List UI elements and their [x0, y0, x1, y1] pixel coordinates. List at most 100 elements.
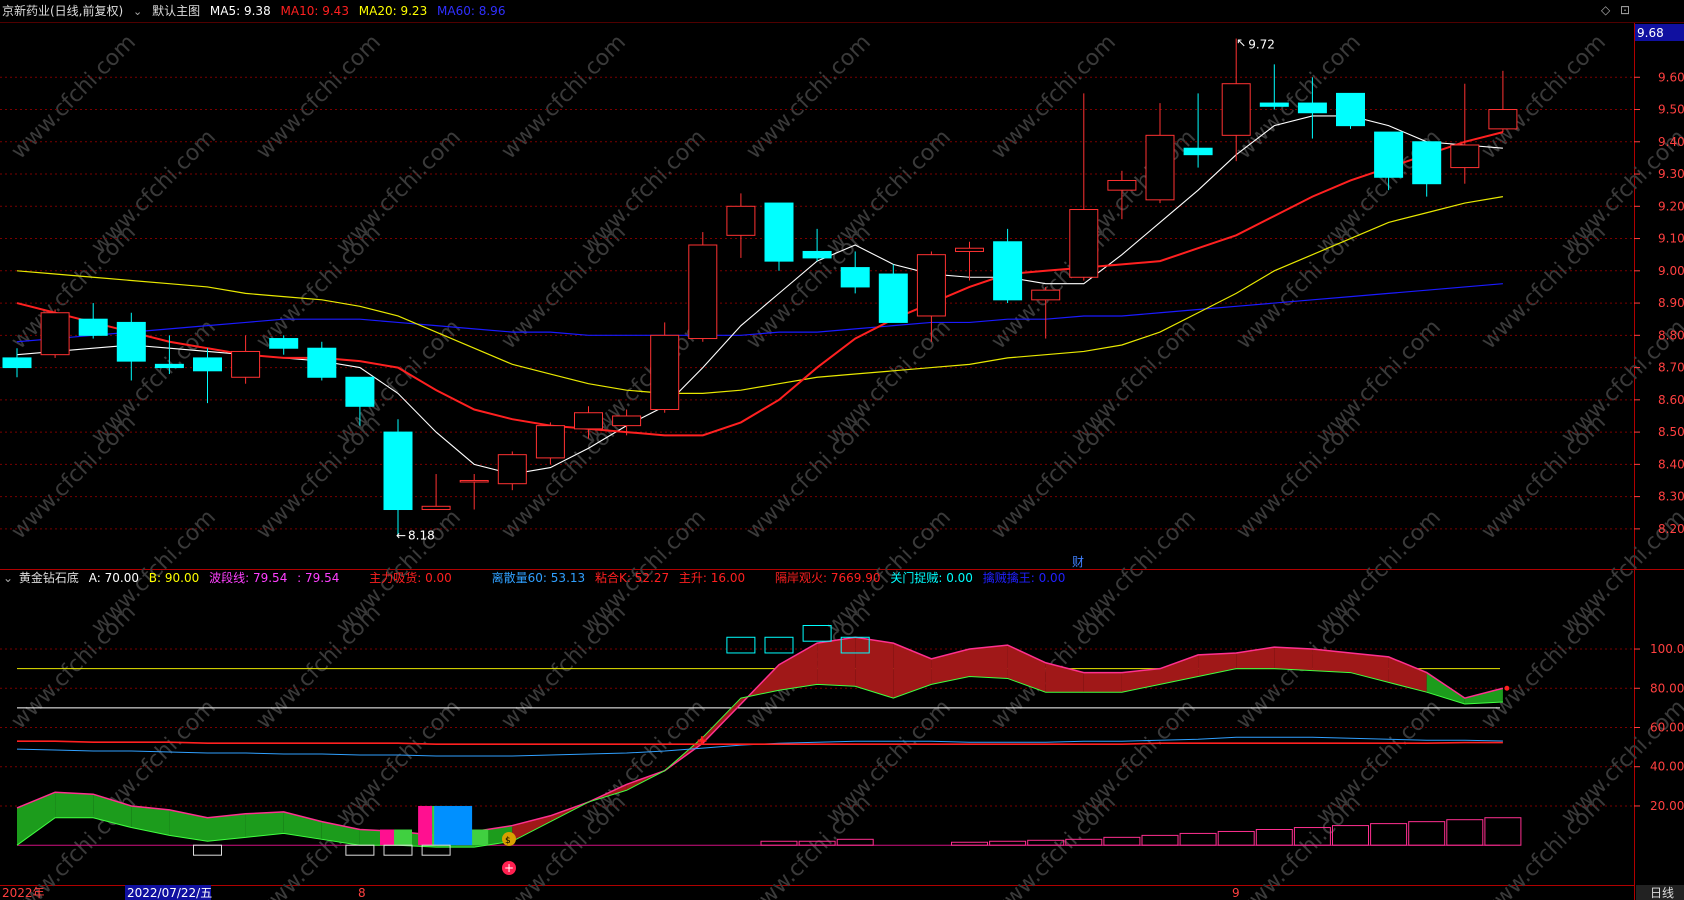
- zhusheng-value: 16.00: [710, 571, 746, 585]
- candle[interactable]: [269, 335, 299, 355]
- expand-icon[interactable]: ⊡: [1620, 3, 1630, 17]
- signal-box: [764, 636, 794, 654]
- zhuli-label: 主力吸货:: [369, 571, 422, 585]
- candle[interactable]: [78, 303, 108, 339]
- indicator-name[interactable]: 黄金钻石底: [19, 571, 79, 585]
- candle[interactable]: [40, 309, 70, 358]
- ribbon-red-segment: [1083, 672, 1122, 693]
- finance-marker[interactable]: 财: [1072, 555, 1084, 569]
- candle[interactable]: [764, 202, 794, 271]
- candle-body-down: [764, 202, 794, 262]
- ribbon-red-segment: [512, 815, 551, 842]
- candle[interactable]: [1450, 83, 1480, 184]
- candle[interactable]: [497, 451, 527, 491]
- candle[interactable]: [688, 232, 718, 342]
- ribbon-red-segment: [969, 645, 1008, 679]
- candle[interactable]: [231, 335, 261, 384]
- zhusheng-bar: [1103, 836, 1141, 846]
- candle[interactable]: [1412, 141, 1442, 197]
- candle[interactable]: [993, 228, 1023, 304]
- candle[interactable]: [650, 322, 680, 413]
- chevron-down-icon[interactable]: ⌄: [133, 5, 142, 18]
- nianhe-line: [17, 740, 1503, 745]
- candle-body-up: [535, 425, 565, 459]
- candle[interactable]: [878, 264, 908, 323]
- candle-body-up: [459, 479, 489, 483]
- candle-body-down: [78, 318, 108, 336]
- price-tick-label: 9.20: [1658, 199, 1684, 213]
- high-arrow-icon: ↖: [1236, 36, 1246, 50]
- watermark-text: www.cfchi.com: [252, 30, 386, 164]
- candle-body-up: [1221, 83, 1251, 136]
- cross-marker-icon: ✚: [697, 734, 707, 748]
- ma10-line: [16, 131, 1504, 437]
- candle-body-down: [993, 241, 1023, 301]
- zhuli-value: 0.00: [425, 571, 452, 585]
- candle[interactable]: [383, 419, 413, 536]
- candle[interactable]: [1488, 70, 1518, 133]
- gean-label: 隔岸观火:: [774, 571, 828, 585]
- indicator-tick-label: 80.00: [1650, 681, 1684, 695]
- candle-body-up: [421, 505, 451, 511]
- candle[interactable]: [116, 312, 146, 381]
- main-header: 京新药业(日线,前复权) ⌄ 默认主图 MA5: 9.38 MA10: 9.43…: [0, 0, 511, 22]
- candle[interactable]: [1259, 64, 1289, 110]
- ma10-value: 9.43: [322, 4, 349, 18]
- candle[interactable]: [1336, 92, 1365, 129]
- watermark-text: www.cfchi.com: [1477, 220, 1611, 354]
- end-marker: [1504, 685, 1510, 691]
- candle[interactable]: [307, 341, 337, 381]
- diamond-icon[interactable]: ◇: [1601, 3, 1610, 17]
- candle[interactable]: [1069, 93, 1099, 281]
- candle[interactable]: [955, 241, 984, 281]
- candle-body-up: [497, 454, 527, 485]
- guanmen-value: 0.00: [946, 571, 973, 585]
- watermark-text: www.cfchi.com: [1232, 410, 1366, 544]
- candle-body-up: [688, 244, 718, 340]
- wave-value: 79.54: [252, 571, 288, 585]
- watermark-text: www.cfchi.com: [497, 220, 631, 354]
- candle-body-up: [231, 350, 261, 378]
- signal-box-small: [345, 844, 375, 856]
- signal-box-small: [193, 844, 222, 856]
- watermark-text: www.cfchi.com: [1477, 410, 1611, 544]
- candle[interactable]: [421, 474, 451, 511]
- candle-body-down: [1336, 92, 1365, 127]
- ma20-value: 9.23: [400, 4, 428, 18]
- price-tick-label: 8.90: [1658, 296, 1684, 310]
- ma60-label: MA60:: [437, 4, 475, 18]
- candle[interactable]: [193, 348, 222, 404]
- candle[interactable]: [1145, 103, 1175, 204]
- zhusheng-bar: [989, 840, 1027, 846]
- lisan-label: 离散量60:: [491, 571, 547, 585]
- candle[interactable]: [535, 422, 565, 465]
- candle-body-down: [840, 267, 870, 288]
- candle-body-up: [1031, 289, 1061, 301]
- candle[interactable]: [2, 348, 32, 378]
- stock-chart[interactable]: www.cfchi.com www.cfchi.com www.cfchi.com w…: [0, 0, 1684, 900]
- candle-body-up: [1450, 144, 1480, 169]
- price-tick-label: 9.30: [1658, 167, 1684, 181]
- candle[interactable]: [459, 474, 489, 510]
- zhusheng-bar: [1370, 823, 1408, 846]
- zhusheng-bar: [1255, 829, 1293, 846]
- qinzei-value: 0.00: [1038, 571, 1066, 585]
- a-label: A:: [88, 571, 101, 585]
- price-tick-label: 9.60: [1658, 70, 1684, 84]
- period-button[interactable]: 日线: [1650, 886, 1674, 900]
- chevron-down-icon[interactable]: ⌄: [3, 571, 13, 585]
- watermark-text: www.cfchi.com: [252, 600, 386, 734]
- candle-body-up: [1069, 209, 1099, 278]
- main-chart-label[interactable]: 默认主图: [152, 4, 200, 18]
- candle[interactable]: [726, 193, 756, 258]
- indicator-tick-label: 20.00: [1650, 799, 1684, 813]
- indicator-tick-label: 60.00: [1650, 721, 1684, 735]
- candle-body-down: [116, 321, 146, 362]
- price-tick-label: 8.20: [1658, 522, 1684, 536]
- candle-body-up: [650, 334, 680, 411]
- high-price-label: 9.72: [1248, 38, 1275, 52]
- candle-body-up: [1145, 134, 1175, 201]
- stock-title[interactable]: 京新药业(日线,前复权): [2, 4, 123, 18]
- candle-body-down: [269, 338, 299, 349]
- candle-body-down: [345, 376, 375, 407]
